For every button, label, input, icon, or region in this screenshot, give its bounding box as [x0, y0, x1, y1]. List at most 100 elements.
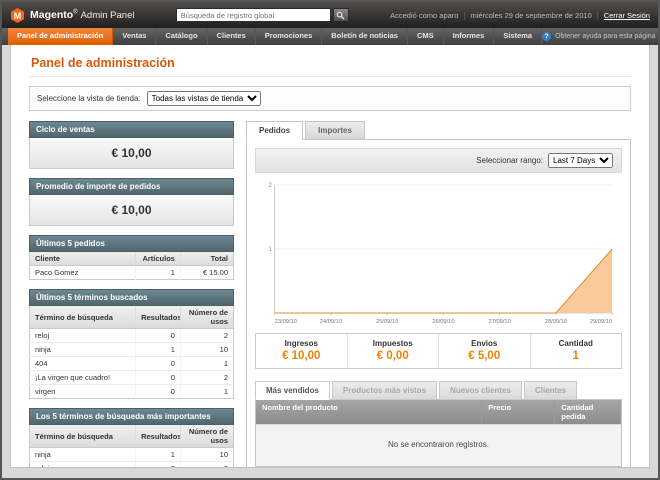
- table-row[interactable]: ninja 1 10: [30, 343, 234, 357]
- svg-text:27/09/10: 27/09/10: [489, 319, 511, 325]
- range-label: Seleccionar rango:: [476, 156, 543, 165]
- table-cell: ninja: [30, 448, 136, 462]
- table-cell: reloj: [30, 462, 136, 469]
- table-cell: 0: [136, 462, 181, 469]
- magento-logo-icon: M: [10, 8, 25, 23]
- column-header-product: Nombre del producto: [256, 400, 482, 424]
- total-tax: Impuestos € 0,00: [347, 334, 439, 368]
- total-label: Ingresos: [258, 339, 345, 348]
- lifetime-sales-value: € 10,00: [29, 138, 234, 169]
- total-label: Envios: [441, 339, 528, 348]
- chart-area: 1 2 23/09/10 24/09/10 25/09/10 26/09/10 27/09/…: [255, 177, 622, 327]
- separator: |: [597, 11, 599, 20]
- current-date: miércoles 29 de septiembre de 2010: [470, 11, 591, 20]
- svg-text:28/09/10: 28/09/10: [545, 319, 567, 325]
- nav-item-newsletter[interactable]: Boletín de noticias: [322, 28, 408, 45]
- svg-text:1: 1: [268, 247, 272, 253]
- column-header: Artículos: [136, 252, 181, 266]
- store-view-select[interactable]: Todas las vistas de tienda: [147, 91, 261, 106]
- total-value: 1: [533, 350, 620, 362]
- total-label: Cantidad: [533, 339, 620, 348]
- column-header: Resultados: [136, 306, 181, 329]
- bestsellers-grid: Nombre del producto Precio Cantidad pedi…: [255, 399, 622, 467]
- last-search-table: Término de búsqueda Resultados Número de…: [29, 306, 234, 399]
- total-shipping: Envios € 5,00: [438, 334, 530, 368]
- nav-item-customers[interactable]: Clientes: [208, 28, 256, 45]
- total-value: € 5,00: [441, 350, 528, 362]
- table-cell: 1: [136, 448, 181, 462]
- question-circle-icon: ?: [542, 32, 551, 41]
- global-search: [176, 8, 349, 22]
- registered-mark: ®: [73, 10, 77, 16]
- table-cell: 1: [136, 343, 181, 357]
- table-row[interactable]: Paco Gomez 1 € 15.00: [30, 266, 234, 280]
- table-cell: 10: [180, 448, 233, 462]
- range-select[interactable]: Last 7 Days: [548, 153, 613, 168]
- average-orders-value: € 10,00: [29, 195, 234, 226]
- nav-item-dashboard[interactable]: Panel de administración: [8, 28, 113, 45]
- tab-new-customers[interactable]: Nuevos clientes: [439, 381, 522, 400]
- tab-orders[interactable]: Pedidos: [246, 121, 303, 140]
- table-cell: 0: [136, 329, 181, 343]
- last-orders-title: Últimos 5 pedidos: [29, 235, 234, 252]
- logout-link[interactable]: Cerrar Sesión: [604, 11, 650, 20]
- table-cell: Paco Gomez: [30, 266, 136, 280]
- column-header: Resultados: [136, 425, 181, 448]
- svg-text:25/09/10: 25/09/10: [376, 319, 398, 325]
- grid-header: Nombre del producto Precio Cantidad pedi…: [256, 400, 621, 424]
- nav-item-catalog[interactable]: Catálogo: [156, 28, 207, 45]
- right-column: Pedidos Importes Seleccionar rango: Last…: [246, 121, 631, 468]
- total-quantity: Cantidad 1: [530, 334, 622, 368]
- svg-text:26/09/10: 26/09/10: [432, 319, 454, 325]
- nav-item-reports[interactable]: Informes: [444, 28, 495, 45]
- empty-records-message: No se encontraron registros.: [256, 424, 621, 466]
- orders-chart: 1 2 23/09/10 24/09/10 25/09/10 26/09/10 27/09/…: [257, 179, 620, 327]
- svg-text:23/09/10: 23/09/10: [275, 319, 297, 325]
- nav-item-sales[interactable]: Ventas: [113, 28, 156, 45]
- orders-panel: Seleccionar rango: Last 7 Days 1 2 23/09/1…: [246, 139, 631, 468]
- column-header: Total: [180, 252, 233, 266]
- total-value: € 0,00: [350, 350, 437, 362]
- tab-customers[interactable]: Clientes: [524, 381, 577, 400]
- global-search-input[interactable]: [176, 8, 331, 22]
- table-row[interactable]: virgen 0 1: [30, 385, 234, 399]
- table-cell: reloj: [30, 329, 136, 343]
- logged-in-as: Accedió como aparo: [390, 11, 458, 20]
- svg-text:24/09/10: 24/09/10: [320, 319, 342, 325]
- table-cell: 1: [180, 385, 233, 399]
- total-revenue: Ingresos € 10,00: [256, 334, 347, 368]
- totals-bar: Ingresos € 10,00 Impuestos € 0,00 Envios…: [255, 333, 622, 369]
- table-row[interactable]: ninja 1 10: [30, 448, 234, 462]
- search-button[interactable]: [333, 8, 349, 22]
- tab-most-viewed[interactable]: Productos más vistos: [332, 381, 437, 400]
- help-link[interactable]: ? Obtener ayuda para esta página: [542, 28, 660, 45]
- help-label: Obtener ayuda para esta página: [555, 33, 655, 40]
- table-row[interactable]: reloj 0 2: [30, 329, 234, 343]
- table-cell: 0: [136, 371, 181, 385]
- range-bar: Seleccionar rango: Last 7 Days: [255, 148, 622, 173]
- column-header-price: Precio: [482, 400, 555, 424]
- content-outer: Panel de administración Seleccione la vi…: [2, 45, 658, 478]
- store-switcher: Seleccione la vista de tienda: Todas las…: [29, 86, 631, 111]
- table-row[interactable]: ¡La virgen que cuadro! 0 2: [30, 371, 234, 385]
- table-cell: 0: [136, 385, 181, 399]
- tab-amounts[interactable]: Importes: [305, 121, 365, 140]
- table-row[interactable]: reloj 0 2: [30, 462, 234, 469]
- table-cell: 1: [180, 357, 233, 371]
- top-search-title: Los 5 términos de búsqueda más important…: [29, 408, 234, 425]
- svg-text:M: M: [14, 11, 22, 21]
- average-orders-box: Promedio de importe de pedidos € 10,00: [29, 178, 234, 226]
- svg-text:2: 2: [268, 183, 271, 189]
- column-header: Número de usos: [180, 425, 233, 448]
- magento-logo[interactable]: M Magento®Admin Panel: [10, 8, 134, 23]
- nav-item-promotions[interactable]: Promociones: [256, 28, 323, 45]
- column-header: Cliente: [30, 252, 136, 266]
- nav-item-cms[interactable]: CMS: [408, 28, 444, 45]
- table-cell: ¡La virgen que cuadro!: [30, 371, 136, 385]
- table-row[interactable]: 404 0 1: [30, 357, 234, 371]
- nav-item-system[interactable]: Sistema: [494, 28, 542, 45]
- lifetime-sales-box: Ciclo de ventas € 10,00: [29, 121, 234, 169]
- tab-bestsellers[interactable]: Más vendidos: [255, 381, 330, 400]
- table-cell: ninja: [30, 343, 136, 357]
- last-search-title: Últimos 5 términos buscados: [29, 289, 234, 306]
